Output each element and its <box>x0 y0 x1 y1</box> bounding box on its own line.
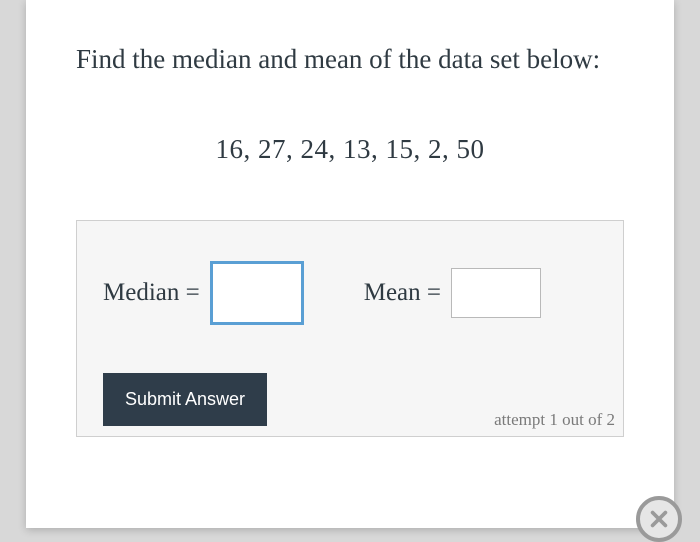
mean-label: Mean = <box>364 279 441 307</box>
median-label: Median = <box>103 279 200 307</box>
data-set: 16, 27, 24, 13, 15, 2, 50 <box>76 134 624 165</box>
question-card: Find the median and mean of the data set… <box>26 0 674 528</box>
attempt-counter: attempt 1 out of 2 <box>494 410 615 430</box>
submit-answer-button[interactable]: Submit Answer <box>103 373 267 426</box>
inputs-row: Median = Mean = <box>103 261 597 325</box>
answer-panel: Median = Mean = Submit Answer attempt 1 … <box>76 220 624 437</box>
close-button[interactable] <box>636 496 682 542</box>
question-prompt: Find the median and mean of the data set… <box>76 40 624 79</box>
close-icon <box>648 508 670 530</box>
median-input[interactable] <box>210 261 304 325</box>
mean-input[interactable] <box>451 268 541 318</box>
